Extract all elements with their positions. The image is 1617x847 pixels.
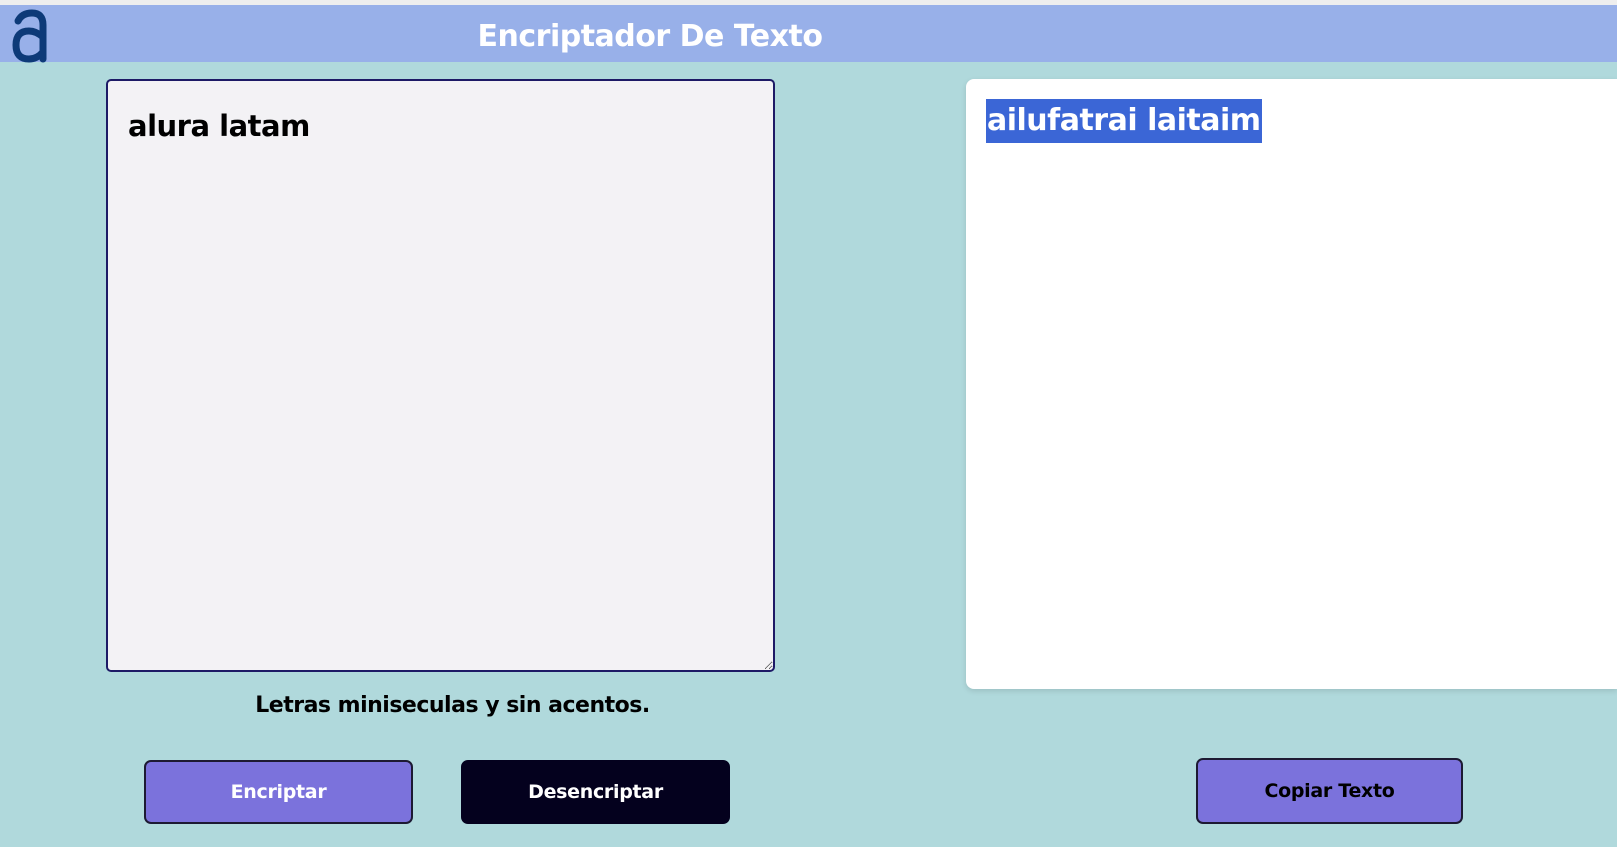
input-textarea[interactable]: alura latam bbox=[106, 79, 775, 672]
page-title: Encriptador De Texto bbox=[477, 19, 823, 54]
copy-text-button[interactable]: Copiar Texto bbox=[1196, 758, 1463, 824]
encrypt-button[interactable]: Encriptar bbox=[144, 760, 413, 824]
app-header: Encriptador De Texto bbox=[0, 5, 1617, 63]
output-text[interactable]: ailufatrai laitaim bbox=[986, 99, 1262, 143]
input-hint: Letras miniseculas y sin acentos. bbox=[255, 693, 650, 718]
output-panel: ailufatrai laitaim bbox=[966, 79, 1617, 689]
decrypt-button[interactable]: Desencriptar bbox=[461, 760, 730, 824]
